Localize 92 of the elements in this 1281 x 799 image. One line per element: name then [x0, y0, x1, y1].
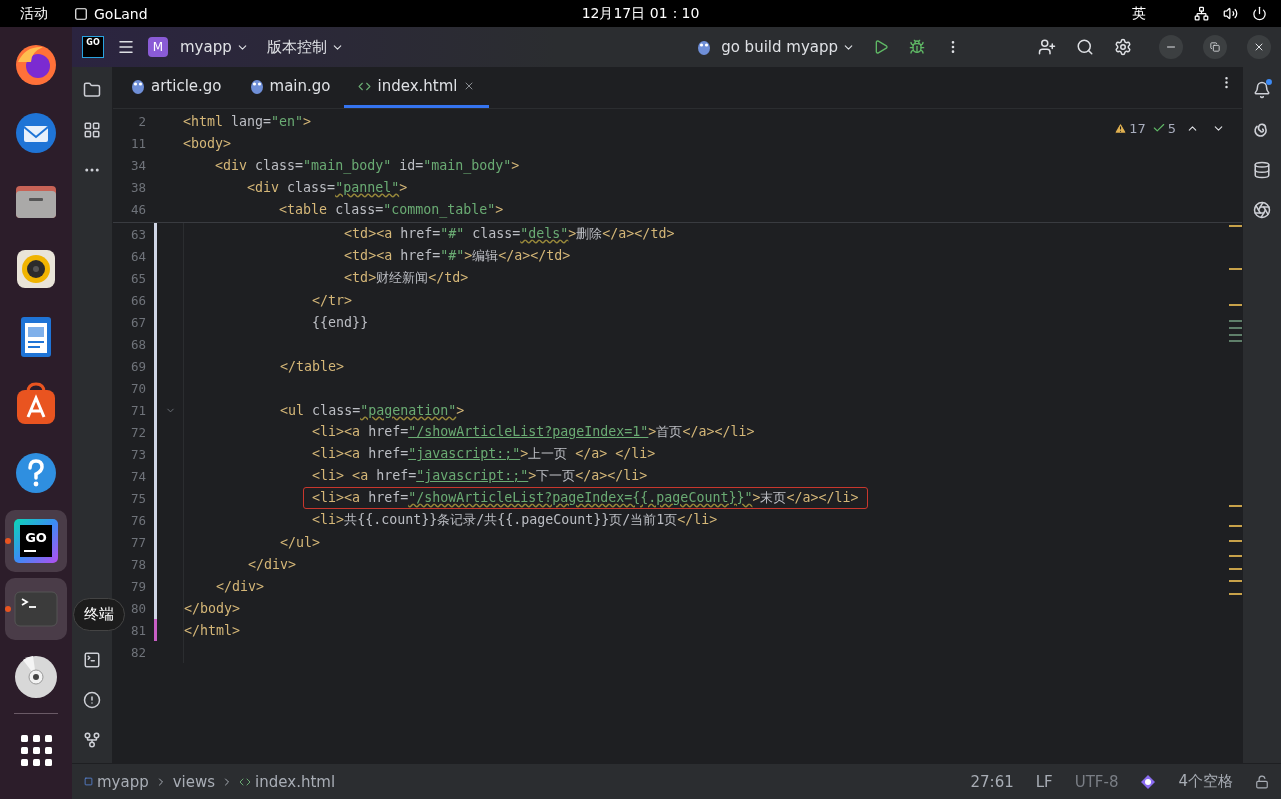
- code-line: </div>: [248, 556, 297, 572]
- code-line: <li><a href="javascript:;">上一页 </a> </li>: [312, 445, 656, 463]
- code-line: <li><a href="/showArticleList?pageIndex=1">首页</a></li>: [312, 423, 755, 441]
- editor-tab[interactable]: article.go: [117, 67, 236, 108]
- line-number: 71: [129, 402, 146, 418]
- line-number: 68: [129, 336, 146, 352]
- typo-count[interactable]: 5: [1167, 120, 1176, 136]
- code-line: <li> <a href="javascript:;">下一页</a></li>: [312, 467, 648, 485]
- code-line: <td><a href="#">编辑</a></td>: [344, 247, 571, 265]
- line-number: 2: [137, 113, 146, 129]
- cursor-position[interactable]: 27:61: [970, 772, 1014, 791]
- clock[interactable]: 12月17日 01：10: [581, 4, 700, 23]
- minimize-button[interactable]: [1159, 35, 1183, 59]
- line-number: 70: [129, 380, 146, 396]
- line-number: 76: [129, 512, 146, 528]
- restore-button[interactable]: [1203, 35, 1227, 59]
- line-number: 38: [129, 179, 146, 195]
- vcs-menu[interactable]: 版本控制: [260, 33, 350, 61]
- line-number: 80: [129, 600, 146, 616]
- project-selector[interactable]: myapp: [174, 34, 255, 60]
- line-number: 73: [129, 446, 146, 462]
- line-number: 81: [129, 622, 146, 638]
- code-line: </html>: [184, 622, 241, 638]
- code-line: </div>: [216, 578, 265, 594]
- code-line: </table>: [280, 358, 345, 374]
- ide-logo[interactable]: GO: [82, 36, 104, 58]
- warning-count[interactable]: 17: [1129, 120, 1146, 136]
- app-grid-icon[interactable]: [19, 733, 53, 767]
- line-number: 63: [129, 226, 146, 242]
- project-badge: M: [148, 37, 168, 57]
- code-line: </body>: [184, 600, 241, 616]
- run-config-selector[interactable]: go build myapp: [715, 34, 861, 60]
- editor-tab[interactable]: index.html: [344, 67, 490, 108]
- code-line: <html lang="en">: [183, 113, 312, 129]
- goland-icon[interactable]: GO: [5, 510, 67, 572]
- line-number: 66: [129, 292, 146, 308]
- ai-assistant-icon[interactable]: [1140, 773, 1157, 790]
- volume-icon[interactable]: [1223, 6, 1238, 21]
- editor-tab[interactable]: main.go: [235, 67, 345, 108]
- notifications-icon[interactable]: [1253, 81, 1271, 99]
- line-number: 69: [129, 358, 146, 374]
- line-number: 79: [129, 578, 146, 594]
- lock-icon[interactable]: [1255, 774, 1269, 789]
- code-line: {{end}}: [312, 314, 369, 330]
- line-number: 34: [129, 157, 146, 173]
- code-line: <li>共{{.count}}条记录/共{{.pageCount}}页/当前1页</li>: [312, 511, 718, 529]
- line-number: 72: [129, 424, 146, 440]
- input-method[interactable]: 英: [1132, 4, 1146, 23]
- power-icon[interactable]: [1252, 6, 1267, 21]
- restore-icon: [1210, 42, 1220, 52]
- app-window-icon: [74, 6, 88, 21]
- network-icon[interactable]: [1194, 6, 1209, 21]
- mail-icon[interactable]: [13, 110, 59, 156]
- breadcrumb[interactable]: index.html: [255, 772, 336, 791]
- module-icon: [84, 777, 93, 786]
- breadcrumb[interactable]: myapp: [97, 772, 149, 791]
- code-line: <table class="common_table">: [279, 201, 504, 217]
- help-icon[interactable]: [13, 450, 59, 496]
- indent-setting[interactable]: 4个空格: [1178, 772, 1233, 791]
- disc-icon[interactable]: [13, 654, 59, 700]
- code-line: </tr>: [312, 292, 353, 308]
- app-name[interactable]: GoLand: [94, 5, 148, 22]
- line-number: 75: [129, 490, 146, 506]
- typo-icon[interactable]: [1151, 121, 1166, 135]
- line-number: 67: [129, 314, 146, 330]
- gopher-icon: [249, 78, 264, 94]
- line-number: 78: [129, 556, 146, 572]
- activities-button[interactable]: 活动: [20, 4, 48, 23]
- code-line: <div class="pannel">: [247, 179, 408, 195]
- code-line: <td>财经新闻</td>: [344, 269, 469, 287]
- line-number: 65: [129, 270, 146, 286]
- breadcrumb[interactable]: views: [172, 772, 216, 791]
- close-button[interactable]: [1247, 35, 1271, 59]
- code-line: <body>: [183, 135, 232, 151]
- line-number: 64: [129, 248, 146, 264]
- run-icon[interactable]: [873, 39, 889, 55]
- line-number: 82: [129, 644, 146, 660]
- gopher-icon: [697, 39, 712, 55]
- code-line: </ul>: [280, 534, 321, 550]
- line-number: 74: [129, 468, 146, 484]
- code-line: <ul class="pagenation">: [280, 402, 465, 418]
- browser-icon[interactable]: [13, 42, 59, 88]
- bug-icon[interactable]: [909, 39, 925, 55]
- code-line: <div class="main_body" id="main_body">: [215, 157, 520, 173]
- line-number: 77: [129, 534, 146, 550]
- line-number: 46: [129, 201, 146, 217]
- close-icon: [1253, 41, 1265, 53]
- line-ending[interactable]: LF: [1035, 772, 1053, 791]
- gopher-icon: [131, 78, 145, 94]
- warning-icon[interactable]: [1114, 121, 1128, 135]
- line-number: 11: [129, 135, 146, 151]
- code-line: <td><a href="#" class="dels">删除</a></td>: [344, 225, 675, 243]
